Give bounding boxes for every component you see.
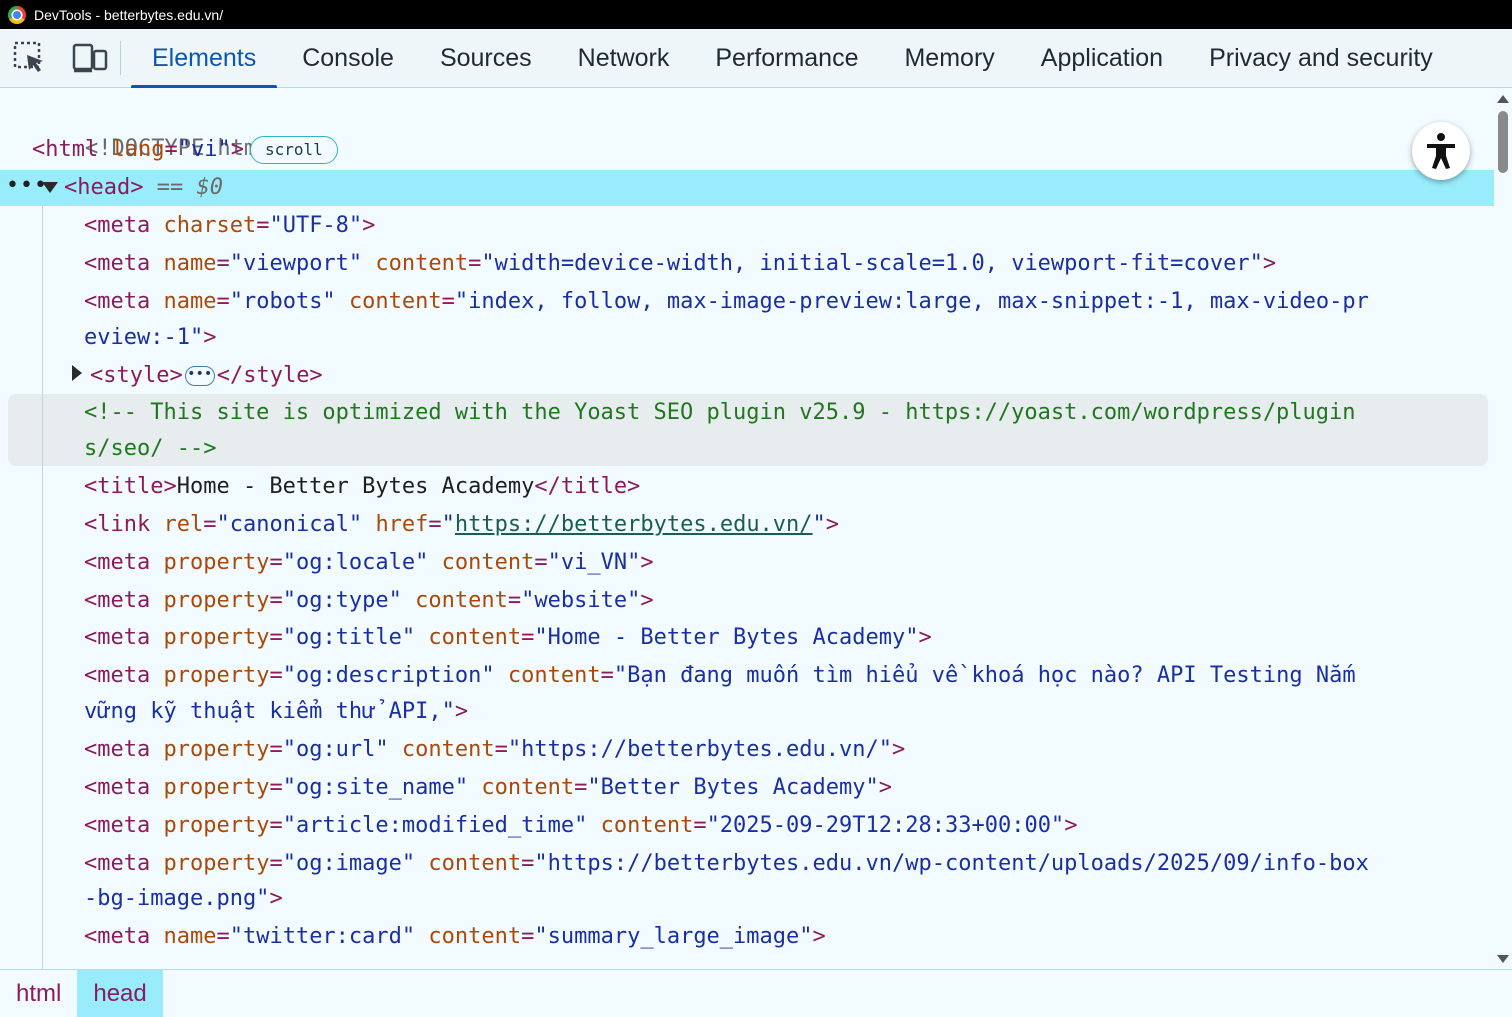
meta-twitter-card-node[interactable]: <meta name="twitter:card" content="summa… [84,919,826,955]
meta-og-title-node[interactable]: <meta property="og:title" content="Home … [84,620,932,656]
accessibility-icon [1427,133,1455,169]
link-canonical-node[interactable]: <link rel="canonical" href="https://bett… [84,507,839,543]
scroll-down-arrow-icon[interactable] [1497,955,1509,963]
title-node[interactable]: <title>Home - Better Bytes Academy</titl… [84,469,640,505]
tab-performance[interactable]: Performance [692,29,881,87]
window-title: DevTools - betterbytes.edu.vn/ [34,6,224,23]
meta-og-site-name-node[interactable]: <meta property="og:site_name" content="B… [84,770,892,806]
meta-og-url-node[interactable]: <meta property="og:url" content="https:/… [84,732,905,768]
tab-application[interactable]: Application [1018,29,1186,87]
element-picker-icon[interactable] [0,29,60,87]
meta-robots-node-wrap[interactable]: eview:-1"> [84,320,216,356]
meta-og-type-node[interactable]: <meta property="og:type" content="websit… [84,583,654,619]
tree-indent-guide [42,206,43,969]
canonical-link[interactable]: https://betterbytes.edu.vn/ [455,512,813,537]
meta-robots-node[interactable]: <meta name="robots" content="index, foll… [84,284,1369,320]
html-node[interactable]: <html lang="vi"> scroll [32,132,338,168]
tab-memory[interactable]: Memory [881,29,1017,87]
head-node[interactable]: <head> == $0 [64,170,223,206]
tab-privacy-and-security[interactable]: Privacy and security [1186,29,1456,87]
window-titlebar: DevTools - betterbytes.edu.vn/ [0,0,1512,29]
meta-og-locale-node[interactable]: <meta property="og:locale" content="vi_V… [84,545,654,581]
vertical-scrollbar[interactable] [1494,89,1512,969]
yoast-comment-node[interactable]: <!-- This site is optimized with the Yoa… [84,395,1356,431]
toolbar-divider [120,41,121,75]
style-node[interactable]: <style> ••• </style> [90,358,323,394]
elements-tree[interactable]: ••• <!DOCTYPE html> <html lang="vi"> scro… [0,89,1512,969]
yoast-comment-node-wrap[interactable]: s/seo/ --> [84,431,216,467]
meta-og-description-node[interactable]: <meta property="og:description" content=… [84,658,1356,694]
expand-style-icon[interactable] [72,365,82,381]
meta-og-image-node[interactable]: <meta property="og:image" content="https… [84,846,1369,882]
meta-og-description-node-wrap[interactable]: vững kỹ thuật kiểm thử API,"> [84,694,468,730]
meta-viewport-node[interactable]: <meta name="viewport" content="width=dev… [84,246,1276,282]
scrollbar-thumb[interactable] [1498,111,1508,173]
breadcrumb-html[interactable]: html [0,970,77,1017]
tab-console[interactable]: Console [279,29,417,87]
meta-modified-time-node[interactable]: <meta property="article:modified_time" c… [84,808,1077,844]
breadcrumb: html head [0,969,1512,1017]
scroll-up-arrow-icon[interactable] [1497,95,1509,103]
meta-charset-node[interactable]: <meta charset="UTF-8"> [84,208,375,244]
breadcrumb-head[interactable]: head [77,970,163,1017]
scroll-badge[interactable]: scroll [249,136,338,164]
device-toggle-icon[interactable] [60,29,120,87]
meta-og-image-node-wrap[interactable]: -bg-image.png"> [84,881,283,917]
devtools-tabbar: Elements Console Sources Network Perform… [0,29,1512,88]
tab-elements[interactable]: Elements [129,29,279,88]
chrome-logo-icon [8,5,26,24]
collapsed-content-icon[interactable]: ••• [184,366,215,386]
accessibility-button[interactable] [1412,122,1470,180]
tab-network[interactable]: Network [555,29,693,87]
tab-sources[interactable]: Sources [417,29,555,87]
